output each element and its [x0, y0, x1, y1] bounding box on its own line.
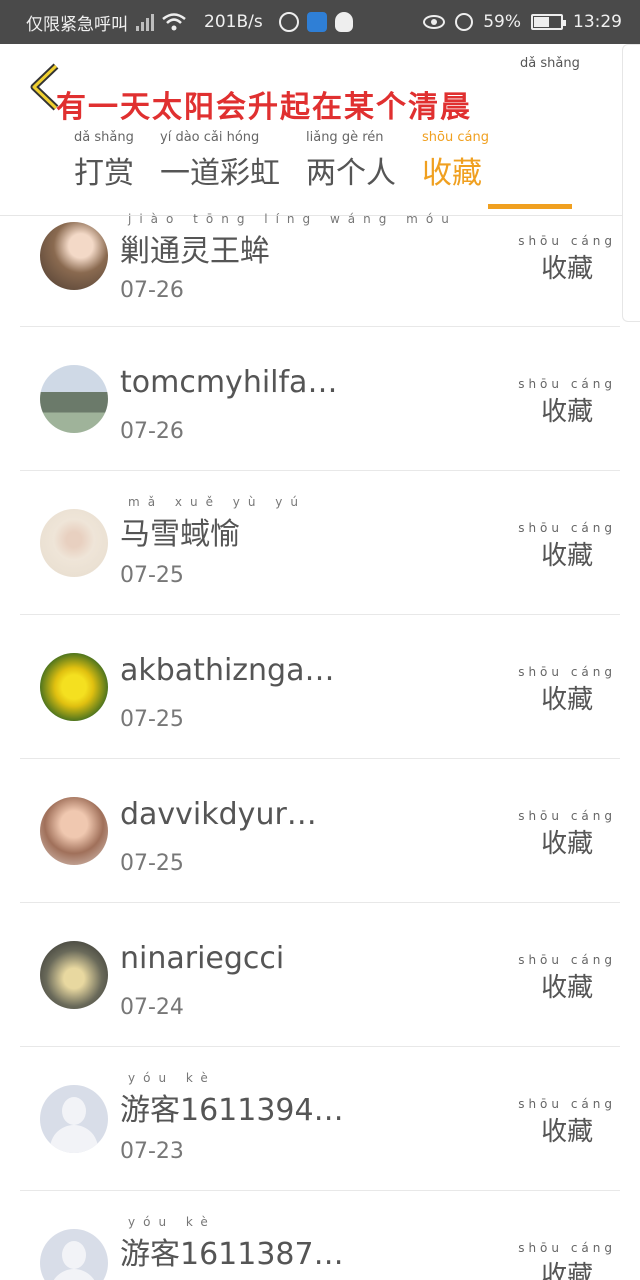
tab-label: 一道彩虹	[160, 156, 280, 191]
item-date: 07-24	[120, 995, 184, 1020]
list-item[interactable]: jiào tōng líng wáng móu 剿通灵王蛑 07-26 shōu…	[20, 212, 620, 327]
alarm-icon	[455, 13, 474, 31]
favorite-button[interactable]: shōu cáng 收藏	[518, 953, 616, 1004]
list-item[interactable]: yóu kè 游客1611387… shōu cáng 收藏	[20, 1191, 620, 1280]
favorite-button[interactable]: shōu cáng 收藏	[518, 809, 616, 860]
signal-icon	[136, 13, 154, 31]
status-bar: 仅限紧急呼叫 201B/s 59% 13:29	[0, 0, 640, 44]
fav-pinyin: shōu cáng	[518, 1097, 616, 1111]
fav-label: 收藏	[541, 973, 594, 1003]
item-date: 07-26	[120, 419, 184, 444]
tab-bar: dǎ shǎng 打赏 yí dào cǎi hóng 一道彩虹 liǎng g…	[74, 130, 489, 192]
fav-label: 收藏	[541, 1117, 594, 1147]
list-item[interactable]: mǎ xuě yù yú 马雪蜮愉 07-25 shōu cáng 收藏	[20, 471, 620, 615]
fav-label: 收藏	[541, 254, 594, 284]
tab-two-people[interactable]: liǎng gè rén 两个人	[306, 130, 396, 192]
user-name: yóu kè 游客1611387…	[120, 1215, 344, 1272]
name-pinyin: yóu kè	[128, 1215, 216, 1229]
battery-percent: 59%	[483, 12, 521, 32]
tab-label: 两个人	[306, 156, 396, 191]
tab-pinyin: liǎng gè rén	[306, 130, 384, 145]
network-speed: 201B/s	[204, 12, 263, 32]
avatar[interactable]	[40, 365, 108, 433]
tab-label: 打赏	[74, 156, 134, 191]
fav-pinyin: shōu cáng	[518, 377, 616, 391]
user-name: mǎ xuě yù yú 马雪蜮愉	[120, 495, 306, 552]
list-item[interactable]: ninariegcci 07-24 shōu cáng 收藏	[20, 903, 620, 1047]
fav-pinyin: shōu cáng	[518, 521, 616, 535]
fav-pinyin: shōu cáng	[518, 809, 616, 823]
favorite-button[interactable]: shōu cáng 收藏	[518, 1097, 616, 1148]
user-name: jiào tōng líng wáng móu 剿通灵王蛑	[120, 212, 457, 269]
user-name: davvikdyur…	[120, 797, 317, 832]
wifi-icon	[162, 13, 186, 31]
shield-icon	[306, 12, 327, 32]
avatar[interactable]	[40, 941, 108, 1009]
user-name: ninariegcci	[120, 941, 285, 976]
item-date: 07-25	[120, 563, 184, 588]
tab-reward[interactable]: dǎ shǎng 打赏	[74, 130, 134, 192]
favorite-button[interactable]: shōu cáng 收藏	[518, 234, 616, 285]
page-title: 有一天太阳会升起在某个清晨	[56, 90, 472, 125]
default-avatar-icon[interactable]	[40, 1085, 108, 1153]
fav-pinyin: shōu cáng	[518, 665, 616, 679]
fav-pinyin: shōu cáng	[518, 234, 616, 248]
qq-icon	[334, 12, 353, 32]
fav-label: 收藏	[541, 541, 594, 571]
favorite-button[interactable]: shōu cáng 收藏	[518, 1241, 616, 1280]
fav-pinyin: shōu cáng	[518, 953, 616, 967]
avatar[interactable]	[40, 797, 108, 865]
fav-label: 收藏	[541, 829, 594, 859]
user-name: yóu kè 游客1611394…	[120, 1071, 344, 1128]
item-date: 07-25	[120, 851, 184, 876]
tab-pinyin: yí dào cǎi hóng	[160, 130, 260, 145]
avatar[interactable]	[40, 653, 108, 721]
tab-pinyin: dǎ shǎng	[74, 130, 134, 145]
favorite-button[interactable]: shōu cáng 收藏	[518, 521, 616, 572]
favorites-list: jiào tōng líng wáng móu 剿通灵王蛑 07-26 shōu…	[0, 212, 640, 1280]
tab-rainbow[interactable]: yí dào cǎi hóng 一道彩虹	[160, 130, 280, 192]
fav-label: 收藏	[541, 397, 594, 427]
netease-icon	[278, 12, 299, 32]
list-item[interactable]: akbathiznga… 07-25 shōu cáng 收藏	[20, 615, 620, 759]
tab-favorites[interactable]: shōu cáng 收藏	[422, 130, 489, 192]
favorite-button[interactable]: shōu cáng 收藏	[518, 665, 616, 716]
item-date: 07-23	[120, 1139, 184, 1164]
avatar[interactable]	[40, 222, 108, 290]
item-date: 07-25	[120, 707, 184, 732]
fav-label: 收藏	[541, 1261, 594, 1280]
battery-icon	[531, 14, 566, 30]
favorite-button[interactable]: shōu cáng 收藏	[518, 377, 616, 428]
clock: 13:29	[573, 12, 622, 32]
name-pinyin: yóu kè	[128, 1071, 216, 1085]
header: dǎ shǎng 有一天太阳会升起在某个清晨 dǎ shǎng 打赏 yí dà…	[0, 44, 640, 216]
user-name: tomcmyhilfa…	[120, 365, 338, 400]
fav-label: 收藏	[541, 685, 594, 715]
tab-label: 收藏	[422, 156, 482, 191]
default-avatar-icon[interactable]	[40, 1229, 108, 1280]
item-date: 07-26	[120, 278, 184, 303]
user-name: akbathiznga…	[120, 653, 335, 688]
fav-pinyin: shōu cáng	[518, 1241, 616, 1255]
tab-pinyin: shōu cáng	[422, 130, 489, 145]
title-ruby: dǎ shǎng	[520, 56, 580, 71]
eye-icon	[423, 15, 446, 29]
name-pinyin: mǎ xuě yù yú	[128, 495, 306, 509]
list-item[interactable]: yóu kè 游客1611394… 07-23 shōu cáng 收藏	[20, 1047, 620, 1191]
list-item[interactable]: tomcmyhilfa… 07-26 shōu cáng 收藏	[20, 327, 620, 471]
avatar[interactable]	[40, 509, 108, 577]
active-tab-indicator	[488, 204, 572, 209]
carrier-text: 仅限紧急呼叫	[26, 14, 128, 35]
list-item[interactable]: davvikdyur… 07-25 shōu cáng 收藏	[20, 759, 620, 903]
name-pinyin: jiào tōng líng wáng móu	[128, 212, 457, 226]
